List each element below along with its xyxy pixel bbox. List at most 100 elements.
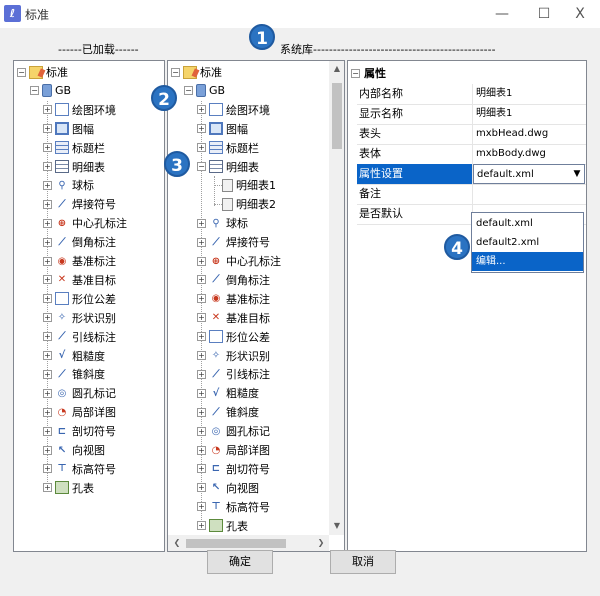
expand-icon[interactable]: + — [197, 445, 206, 455]
library-tree-panel[interactable]: − 标准 − GB + 绘图环境 + 图幅 + 标题栏 − 明细表 明细表1 明细表2 + ⚲ 球标 + ⟋ 焊接符号… — [167, 60, 345, 552]
vertical-scroll-thumb[interactable] — [332, 83, 342, 149]
expand-icon[interactable]: + — [43, 388, 52, 398]
expand-icon[interactable]: + — [43, 483, 52, 493]
minimize-button[interactable]: — — [488, 4, 516, 24]
expand-icon[interactable]: + — [43, 199, 52, 209]
loaded-tree-item-10[interactable]: + 形位公差 — [43, 290, 116, 308]
loaded-tree-panel[interactable]: − 标准 − GB + 绘图环境 + 图幅 + 标题栏 + 明细表 + ⚲ 球标 + ⟋ 焊接符号 + ⊕ 中心孔标注 +… — [13, 60, 165, 552]
expand-icon[interactable]: + — [43, 180, 52, 190]
library-tree-item-rest-0[interactable]: + ⚲ 球标 — [197, 214, 248, 232]
library-tree-item-0[interactable]: + 绘图环境 — [197, 101, 270, 119]
expand-icon[interactable]: + — [43, 256, 52, 266]
library-tree-item-rest-14[interactable]: + ↖ 向视图 — [197, 479, 259, 497]
loaded-tree-item-9[interactable]: + ✕ 基准目标 — [43, 271, 116, 289]
collapse-icon[interactable]: − — [197, 162, 206, 171]
library-tree-item-rest-4[interactable]: + ◉ 基准标注 — [197, 290, 270, 308]
library-tree-item-rest-10[interactable]: + ⟋ 锥斜度 — [197, 403, 259, 421]
library-tree-item-rest-3[interactable]: + ⟋ 倒角标注 — [197, 271, 270, 289]
library-tree-item-rest-5[interactable]: + ✕ 基准目标 — [197, 309, 270, 327]
expand-icon[interactable]: + — [197, 105, 206, 115]
expand-icon[interactable]: + — [43, 105, 52, 115]
expand-icon[interactable]: + — [43, 369, 52, 379]
loaded-tree-item-1[interactable]: + 图幅 — [43, 120, 94, 138]
scroll-left-arrow-icon[interactable]: ❮ — [170, 536, 184, 550]
expand-icon[interactable]: + — [43, 464, 52, 474]
loaded-tree-item-12[interactable]: + ⟋ 引线标注 — [43, 328, 116, 346]
property-category-row[interactable]: − 属性 — [348, 64, 586, 84]
expand-icon[interactable]: + — [43, 407, 52, 417]
expand-icon[interactable]: + — [43, 143, 52, 153]
library-tree-item-rest-12[interactable]: + ◔ 局部详图 — [197, 441, 270, 459]
expand-icon[interactable]: + — [43, 124, 52, 134]
property-row-2[interactable]: 表头 mxbHead.dwg — [348, 124, 586, 145]
expand-icon[interactable]: + — [197, 294, 206, 304]
property-row-4[interactable]: 属性设置 default.xml ▼ — [348, 164, 586, 185]
library-tree-item-2[interactable]: + 标题栏 — [197, 139, 259, 157]
collapse-icon[interactable]: − — [351, 69, 360, 78]
close-button[interactable]: X — [566, 4, 594, 24]
library-tree-item-rest-11[interactable]: + ◎ 圆孔标记 — [197, 422, 270, 440]
expand-icon[interactable]: + — [197, 124, 206, 134]
library-tree-item-3[interactable]: − 明细表 — [197, 158, 259, 176]
expand-icon[interactable]: + — [197, 426, 206, 436]
library-tree-item-rest-1[interactable]: + ⟋ 焊接符号 — [197, 233, 270, 251]
loaded-tree-item-3[interactable]: + 明细表 — [43, 158, 105, 176]
dropdown-option-default[interactable]: default.xml — [472, 214, 583, 233]
scroll-down-arrow-icon[interactable]: ▼ — [330, 519, 344, 533]
loaded-tree-item-19[interactable]: + ⊤ 标高符号 — [43, 460, 116, 478]
property-row-1[interactable]: 显示名称 明细表1 — [348, 104, 586, 125]
expand-icon[interactable]: + — [43, 313, 52, 323]
expand-icon[interactable]: + — [43, 294, 52, 304]
property-row-3[interactable]: 表体 mxbBody.dwg — [348, 144, 586, 165]
expand-icon[interactable]: + — [197, 313, 206, 323]
library-root-node[interactable]: − 标准 — [171, 63, 222, 81]
property-row-0[interactable]: 内部名称 明细表1 — [348, 84, 586, 105]
collapse-icon[interactable]: − — [30, 86, 39, 96]
loaded-tree-item-5[interactable]: + ⟋ 焊接符号 — [43, 195, 116, 213]
expand-icon[interactable]: + — [43, 218, 52, 228]
maximize-button[interactable]: ☐ — [530, 4, 558, 24]
loaded-tree-item-0[interactable]: + 绘图环境 — [43, 101, 116, 119]
expand-icon[interactable]: + — [197, 237, 206, 247]
library-tree-item-rest-7[interactable]: + ✧ 形状识别 — [197, 347, 270, 365]
library-tree-item-1[interactable]: + 图幅 — [197, 120, 248, 138]
loaded-tree-item-15[interactable]: + ◎ 圆孔标记 — [43, 384, 116, 402]
loaded-tree-item-20[interactable]: + 孔表 — [43, 479, 94, 497]
expand-icon[interactable]: + — [197, 407, 206, 417]
expand-icon[interactable]: + — [43, 275, 52, 285]
property-value-combobox[interactable]: default.xml — [473, 164, 585, 184]
scroll-up-arrow-icon[interactable]: ▲ — [330, 62, 344, 76]
expand-icon[interactable]: + — [197, 388, 206, 398]
collapse-icon[interactable]: − — [17, 67, 26, 77]
expand-icon[interactable]: + — [197, 143, 206, 153]
loaded-gb-node[interactable]: − GB — [30, 82, 71, 100]
property-grid-panel[interactable]: − 属性 内部名称 明细表1 显示名称 明细表1 表头 mxbHead.dwg 表体 mxbB… — [347, 60, 587, 552]
loaded-tree-item-16[interactable]: + ◔ 局部详图 — [43, 403, 116, 421]
expand-icon[interactable]: + — [197, 256, 206, 266]
expand-icon[interactable]: + — [197, 369, 206, 379]
expand-icon[interactable]: + — [197, 502, 206, 512]
loaded-tree-item-14[interactable]: + ⟋ 锥斜度 — [43, 365, 105, 383]
cancel-button[interactable]: 取消 — [330, 550, 396, 574]
property-row-5[interactable]: 备注 — [348, 184, 586, 205]
library-tree-item-rest-8[interactable]: + ⟋ 引线标注 — [197, 365, 270, 383]
loaded-tree-item-11[interactable]: + ✧ 形状识别 — [43, 309, 116, 327]
loaded-tree-item-17[interactable]: + ⊏ 剖切符号 — [43, 422, 116, 440]
expand-icon[interactable]: + — [197, 218, 206, 228]
expand-icon[interactable]: + — [197, 332, 206, 342]
loaded-tree-item-7[interactable]: + ⟋ 倒角标注 — [43, 233, 116, 251]
library-mingxi-child-0[interactable]: 明细表1 — [210, 176, 276, 194]
horizontal-scroll-thumb[interactable] — [186, 539, 286, 548]
expand-icon[interactable]: + — [43, 332, 52, 342]
collapse-icon[interactable]: − — [171, 67, 180, 77]
loaded-tree-item-2[interactable]: + 标题栏 — [43, 139, 105, 157]
loaded-tree-item-4[interactable]: + ⚲ 球标 — [43, 176, 94, 194]
loaded-root-node[interactable]: − 标准 — [17, 63, 68, 81]
library-tree-item-rest-6[interactable]: + 形位公差 — [197, 328, 270, 346]
expand-icon[interactable]: + — [43, 162, 52, 171]
ok-button[interactable]: 确定 — [207, 550, 273, 574]
library-tree-item-rest-9[interactable]: + √ 粗糙度 — [197, 384, 259, 402]
dropdown-option-edit[interactable]: 编辑... — [472, 252, 583, 271]
library-tree-item-rest-13[interactable]: + ⊏ 剖切符号 — [197, 460, 270, 478]
library-gb-node[interactable]: − GB — [184, 82, 225, 100]
